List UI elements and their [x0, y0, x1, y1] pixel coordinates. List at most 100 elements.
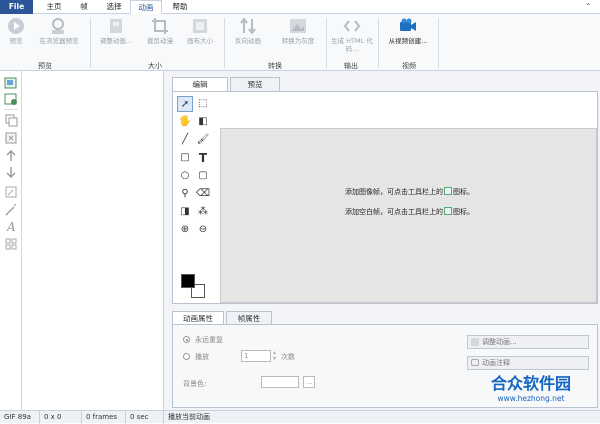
add-image-frame-icon[interactable] — [4, 76, 18, 90]
move-up-icon[interactable] — [4, 149, 18, 163]
foreground-color-swatch[interactable] — [181, 274, 195, 288]
crop-button[interactable]: 裁剪动漫 — [142, 16, 178, 45]
tab-help[interactable]: 帮助 — [166, 0, 194, 14]
line-tool-icon[interactable]: ╱ — [177, 132, 193, 148]
animation-comment-button[interactable]: 动画注释 — [467, 356, 589, 370]
watermark-title: 合众软件园 — [490, 374, 571, 393]
play-times-radio[interactable] — [183, 353, 190, 360]
edit-panel: ➚ ⬚ 🖐 ◧ ╱ 🖌 □ T ○ ▢ ⚲ ⌫ ◨ ⁂ ⊕ ⊖ 添加图像帧，可点… — [172, 91, 598, 304]
reverse-animation-button[interactable]: 反向动画 — [228, 16, 268, 45]
crop-icon — [152, 18, 168, 34]
ribbon-separator — [326, 18, 327, 68]
hint-add-image-frame: 添加图像帧，可点击工具栏上的 图标。 — [221, 187, 598, 197]
pointer-tool-icon[interactable]: ➚ — [177, 96, 193, 112]
create-from-video-label: 从视频创建... — [388, 37, 428, 45]
brush-tool-icon[interactable]: 🖌 — [195, 132, 211, 148]
canvas-size-button[interactable]: 画布大小 — [182, 16, 218, 45]
status-action: 播放当前动画 — [168, 413, 210, 421]
ribbon-separator — [438, 18, 439, 68]
browser-search-icon — [52, 18, 64, 34]
bg-color-label: 背景色: — [183, 380, 207, 388]
watermark-url: www.hezhong.net — [497, 394, 565, 403]
grid-view-icon[interactable] — [4, 237, 18, 251]
comment-icon — [471, 359, 479, 366]
grayscale-button[interactable]: 转换为灰度 — [274, 16, 322, 45]
adjust-animation-prop-button[interactable]: 调整动画... — [467, 335, 589, 349]
frame-toolbar: A — [0, 71, 22, 410]
toolbar-divider — [4, 109, 18, 110]
generate-html-label: 生成 HTML 代码... — [331, 37, 373, 53]
tab-preview[interactable]: 预览 — [230, 77, 280, 91]
ellipse-tool-icon[interactable]: ○ — [177, 168, 193, 184]
grayscale-label: 转换为灰度 — [281, 37, 315, 45]
preview-browser-label: 在浏览器预览 — [39, 37, 79, 45]
canvas-size-icon — [193, 19, 207, 33]
flip-tool-icon[interactable]: ◨ — [177, 204, 193, 220]
hint1-end: 图标。 — [453, 188, 474, 196]
eyedropper-tool-icon[interactable]: ⚲ — [177, 186, 193, 202]
ribbon-separator — [378, 18, 379, 68]
frame-properties-icon[interactable] — [4, 185, 18, 199]
duplicate-frame-icon[interactable] — [4, 113, 18, 127]
bg-color-browse-button[interactable]: ... — [303, 376, 315, 388]
add-blank-frame-icon[interactable] — [4, 92, 18, 106]
repeat-forever-label: 永远重复 — [195, 336, 223, 344]
adjust-animation-button[interactable]: 调整动画... — [94, 16, 138, 45]
eraser-tool-icon[interactable]: ⌫ — [195, 186, 211, 202]
text-frame-icon[interactable]: A — [4, 219, 18, 233]
tab-edit[interactable]: 编辑 — [172, 77, 228, 91]
fill-tool-icon[interactable]: 🖐 — [177, 114, 193, 130]
rectangle-tool-icon[interactable]: □ — [177, 150, 193, 166]
hint1-text: 添加图像帧，可点击工具栏上的 — [345, 188, 443, 196]
adjust-icon — [110, 19, 122, 33]
group-preview-label: 预览 — [38, 62, 52, 70]
status-format: GIF 89a — [0, 411, 40, 424]
tab-animation-properties[interactable]: 动画属性 — [172, 311, 224, 325]
group-size-label: 大小 — [148, 62, 162, 70]
group-output-label: 输出 — [344, 62, 358, 70]
delete-frame-icon[interactable] — [4, 131, 18, 145]
repeat-forever-radio[interactable] — [183, 336, 190, 343]
watermark: 合众软件园 www.hezhong.net — [464, 374, 598, 408]
ribbon-separator — [90, 18, 91, 68]
svg-text:A: A — [6, 220, 16, 233]
play-times-input[interactable]: 1 — [241, 350, 271, 362]
add-image-frame-icon — [444, 187, 452, 195]
editor-area: 编辑 预览 ➚ ⬚ 🖐 ◧ ╱ 🖌 □ T ○ ▢ ⚲ ⌫ ◨ ⁂ ⊕ ⊖ 添加… — [164, 71, 600, 410]
status-bar: GIF 89a 0 x 0 0 frames 0 sec 播放当前动画 — [0, 410, 600, 424]
status-frames: 0 frames — [82, 411, 126, 424]
move-down-icon[interactable] — [4, 165, 18, 179]
zoom-out-icon[interactable]: ⊖ — [195, 222, 211, 238]
tab-frame[interactable]: 帧 — [72, 0, 96, 14]
drawing-canvas[interactable]: 添加图像帧，可点击工具栏上的 图标。 添加空白帧，可点击工具栏上的 图标。 — [220, 128, 597, 303]
generate-html-button[interactable]: 生成 HTML 代码... — [330, 16, 374, 53]
preview-browser-button[interactable]: 在浏览器预览 — [32, 16, 86, 45]
tab-animation[interactable]: 动画 — [130, 0, 162, 14]
rect-select-tool-icon[interactable]: ⬚ — [195, 96, 211, 112]
gradient-tool-icon[interactable]: ◧ — [195, 114, 211, 130]
spin-arrows-icon[interactable]: ▴ ▾ — [273, 350, 276, 362]
magic-wand-icon[interactable] — [4, 203, 18, 217]
adjust-animation-label: 调整动画... — [99, 37, 133, 45]
times-unit-label: 次数 — [281, 353, 295, 361]
text-tool-icon[interactable]: T — [195, 150, 211, 166]
adjust-animation-prop-label: 调整动画... — [482, 338, 517, 346]
preview-label: 预览 — [9, 37, 23, 45]
reverse-animation-label: 反向动画 — [235, 37, 261, 45]
hint-add-blank-frame: 添加空白帧，可点击工具栏上的 图标。 — [221, 207, 598, 217]
zoom-in-icon[interactable]: ⊕ — [177, 222, 193, 238]
file-menu[interactable]: File — [0, 0, 33, 14]
tab-home[interactable]: 主页 — [40, 0, 68, 14]
menu-bar: File 主页 帧 选择 动画 帮助 ⌃ — [0, 0, 600, 14]
video-camera-icon — [400, 18, 416, 31]
code-brackets-icon — [343, 20, 361, 32]
spray-tool-icon[interactable]: ⁂ — [195, 204, 211, 220]
rounded-rect-tool-icon[interactable]: ▢ — [195, 168, 211, 184]
frame-list[interactable] — [22, 71, 164, 410]
preview-button[interactable]: 预览 — [4, 16, 28, 45]
collapse-ribbon-icon[interactable]: ⌃ — [585, 2, 592, 11]
tab-frame-properties[interactable]: 帧属性 — [226, 311, 272, 325]
create-from-video-button[interactable]: 从视频创建... — [382, 16, 434, 45]
tab-select[interactable]: 选择 — [100, 0, 128, 14]
bg-color-field[interactable] — [261, 376, 299, 388]
